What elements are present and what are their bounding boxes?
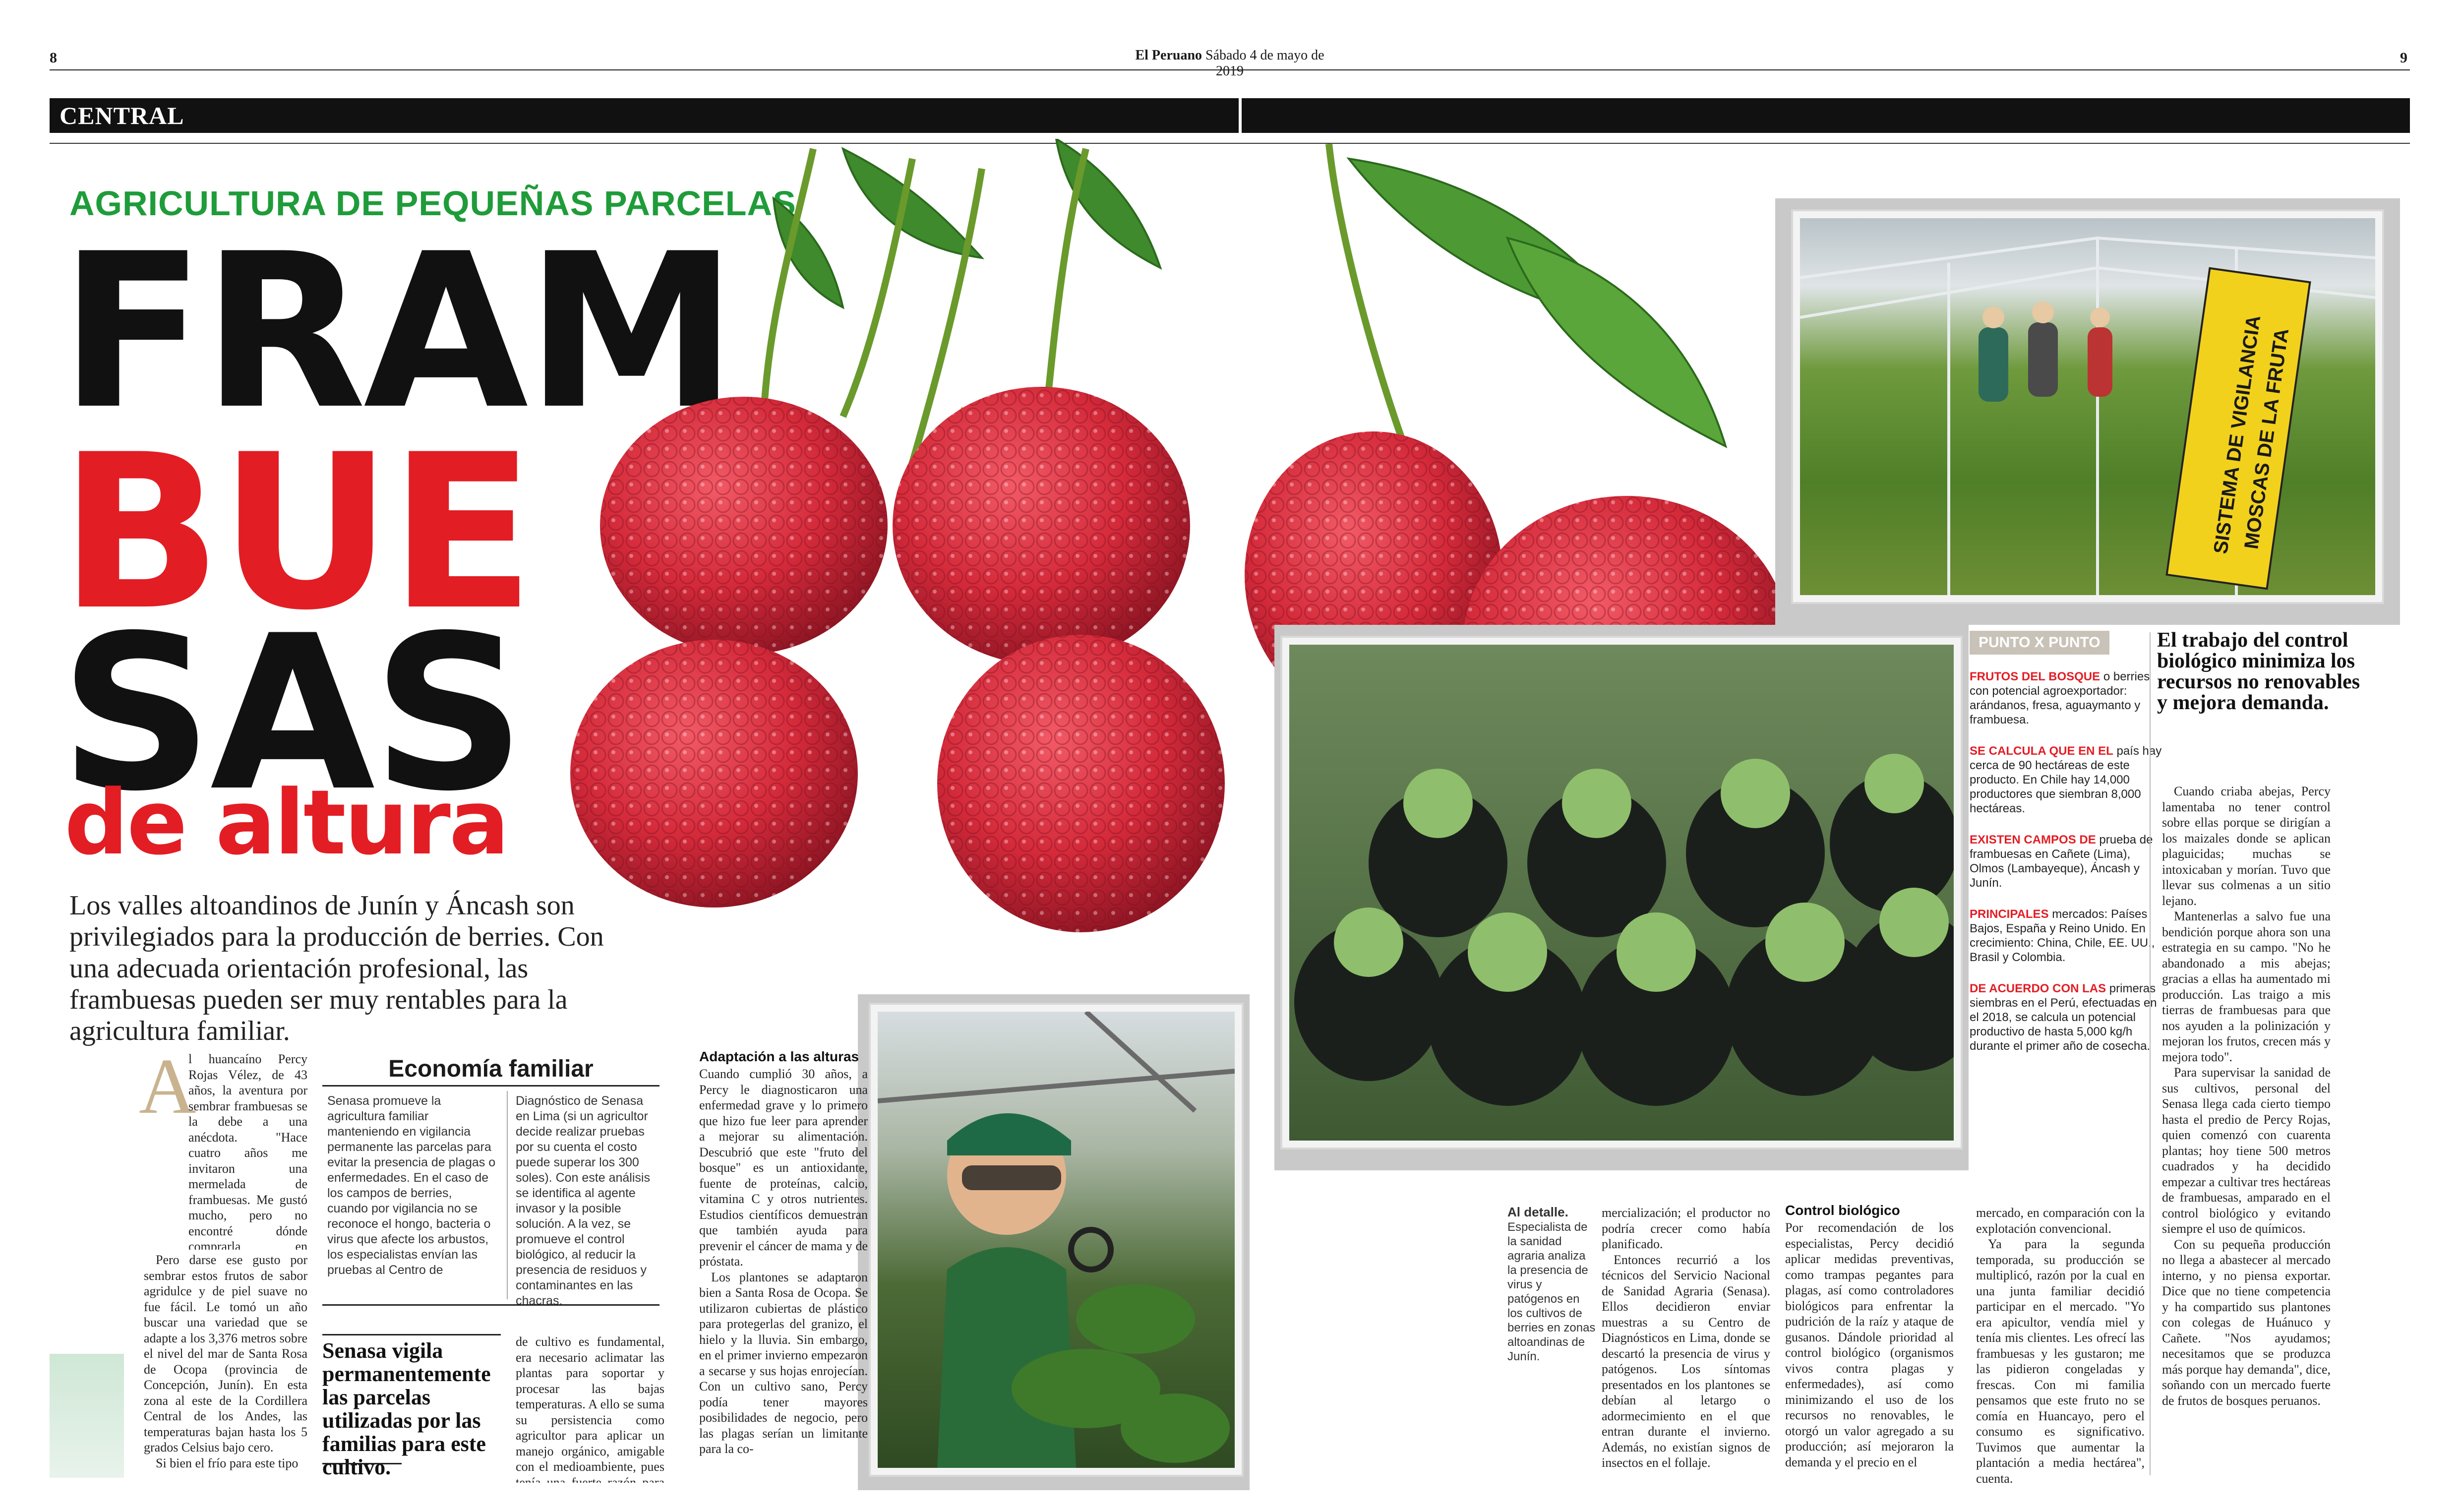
paragraph: Ya para la segunda temporada, su producc… <box>1976 1237 2145 1486</box>
fact-item: EXISTEN CAMPOS DE prueba de frambuesas e… <box>1970 833 2153 890</box>
masthead: El Peruano Sábado 4 de mayo de 2019 <box>1121 48 1339 79</box>
raspberry <box>570 640 858 907</box>
body-column-4: Cuando cumplió 30 años, a Percy le diagn… <box>699 1066 868 1483</box>
person-icon <box>2088 307 2112 397</box>
body-column-1-top: l huancaíno Percy Rojas Vélez, de 43 año… <box>188 1051 307 1250</box>
paragraph: Cuando cumplió 30 años, a Percy le diagn… <box>699 1067 868 1269</box>
paragraph: mercialización; el productor no podría c… <box>1602 1206 1770 1251</box>
box-column-1: Senasa promueve la agricultura familiar … <box>327 1094 496 1277</box>
body-column-1: Pero darse ese gusto por sembrar estos f… <box>144 1252 307 1480</box>
specialist-photo <box>878 1012 1235 1468</box>
paragraph: Para supervisar la sanidad de sus cultiv… <box>2162 1065 2331 1236</box>
field-photo: SISTEMA DE VIGILANCIA MOSCAS DE LA FRUTA <box>1800 218 2375 595</box>
raspberry <box>600 397 888 655</box>
person-icon <box>2028 302 2058 397</box>
paper-name: El Peruano <box>1135 48 1202 63</box>
drop-cap: A <box>139 1042 196 1130</box>
body-column-3: de cultivo es fundamental, era necesario… <box>516 1334 664 1483</box>
paragraph: Con su pequeña producción no llega a aba… <box>2162 1237 2331 1408</box>
paragraph: Los plantones se adaptaron bien a Santa … <box>699 1270 868 1456</box>
box-title: Economía familiar <box>388 1056 594 1082</box>
decorative-strip <box>50 1354 124 1478</box>
sidebar-label: PUNTO X PUNTO <box>1970 631 2109 655</box>
paragraph: Mantenerlas a salvo fue una bendición po… <box>2162 909 2331 1064</box>
paragraph: Entonces recurrió a los técnicos del Ser… <box>1602 1252 1770 1470</box>
person-icon <box>1979 306 2008 402</box>
paragraph: Cuando criaba abejas, Percy lamentaba no… <box>2162 784 2331 908</box>
caption-title: Al detalle. <box>1507 1205 1568 1219</box>
seedlings-photo <box>1289 645 1954 1141</box>
fact-item: DE ACUERDO CON LAS primeras siembras en … <box>1970 982 2157 1053</box>
page-number-left: 8 <box>50 50 57 66</box>
seedlings-scene <box>1294 754 1954 1106</box>
pullquote-rule <box>322 1334 501 1335</box>
raspberry <box>893 387 1190 665</box>
box-divider <box>507 1091 508 1299</box>
leaf-icon <box>772 139 1728 448</box>
paragraph: l huancaíno Percy Rojas Vélez, de 43 año… <box>188 1052 307 1250</box>
paragraph: Pero darse ese gusto por sembrar estos f… <box>144 1253 307 1454</box>
paragraph: mercado, en comparación con la explotaci… <box>1976 1206 2145 1236</box>
specialist-scene <box>878 1012 1235 1468</box>
pullquote-rule <box>322 1463 402 1464</box>
body-column-right: Cuando criaba abejas, Percy lamentaba no… <box>2162 784 2331 1488</box>
right-column-heading: El trabajo del control biológico minimiz… <box>2157 629 2360 714</box>
fact-item: PRINCIPALES mercados: Países Bajos, Espa… <box>1970 907 2155 964</box>
sidebar-facts: FRUTOS DEL BOSQUE o berries con potencia… <box>1970 669 2168 1070</box>
column-divider <box>2150 632 2151 1475</box>
body-column-6: mercialización; el productor no podría c… <box>1602 1205 1770 1488</box>
paragraph: Si bien el frío para este tipo <box>156 1455 299 1470</box>
spread-gutter <box>1239 98 1242 133</box>
headline-line-4: de altura <box>64 771 509 875</box>
photo-caption: Al detalle. Especialista de la sanidad a… <box>1507 1205 1597 1364</box>
issue-date: Sábado 4 de mayo de 2019 <box>1205 48 1324 79</box>
pullquote: Senasa vigila permanentemente las parcel… <box>322 1338 491 1479</box>
magnifier-icon <box>1068 1227 1114 1272</box>
page-number-right: 9 <box>2400 50 2407 66</box>
subheading: Adaptación a las alturas <box>699 1049 859 1064</box>
box-rule <box>322 1085 660 1087</box>
section-label: CENTRAL <box>50 98 194 133</box>
body-column-8: mercado, en comparación con la explotaci… <box>1976 1205 2145 1488</box>
section-banner <box>50 98 2410 133</box>
box-rule <box>322 1304 660 1306</box>
raspberry <box>937 635 1225 932</box>
header-rule <box>50 69 2410 70</box>
fact-item: SE CALCULA QUE EN EL país hay cerca de 9… <box>1970 744 2162 815</box>
subheading: Control biológico <box>1785 1203 1900 1218</box>
caption-text: Especialista de la sanidad agraria anali… <box>1507 1220 1596 1363</box>
fact-item: FRUTOS DEL BOSQUE o berries con potencia… <box>1970 670 2150 726</box>
box-column-2: Diagnóstico de Senasa en Lima (si un agr… <box>516 1094 650 1308</box>
body-column-7: Por recomendación de los especialistas, … <box>1785 1220 1954 1469</box>
